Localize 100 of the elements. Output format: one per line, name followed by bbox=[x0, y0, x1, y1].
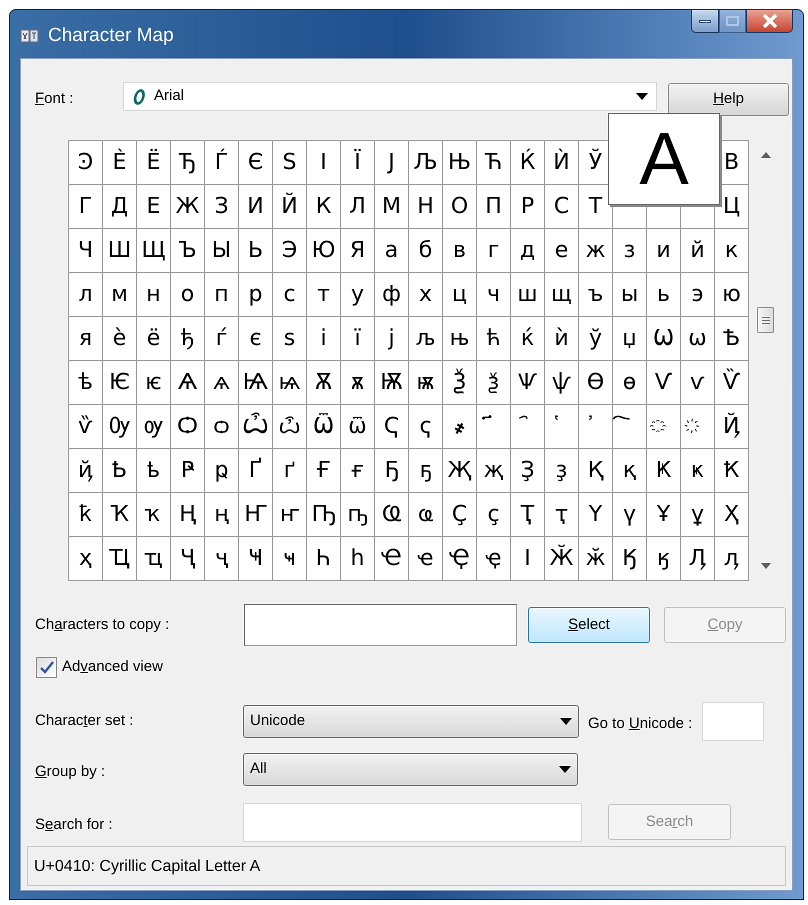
character-cell[interactable]: җ bbox=[477, 449, 511, 493]
character-cell[interactable]: Д bbox=[103, 185, 137, 229]
character-cell[interactable]: Ҥ bbox=[239, 493, 273, 537]
character-cell[interactable]: ӂ bbox=[579, 537, 613, 581]
character-cell[interactable]: З bbox=[205, 185, 239, 229]
character-cell[interactable]: Ҽ bbox=[375, 537, 409, 581]
group-by-dropdown[interactable]: All bbox=[243, 752, 578, 786]
character-cell[interactable]: и bbox=[647, 229, 681, 273]
character-cell[interactable]: ұ bbox=[681, 493, 715, 537]
character-cell[interactable]: ѽ bbox=[273, 405, 307, 449]
character-cell[interactable]: к bbox=[715, 229, 749, 273]
character-cell[interactable]: қ bbox=[613, 449, 647, 493]
character-cell[interactable]: њ bbox=[443, 317, 477, 361]
character-cell[interactable]: й bbox=[681, 229, 715, 273]
character-cell[interactable]: Ҿ bbox=[443, 537, 477, 581]
character-cell[interactable]: ѳ bbox=[613, 361, 647, 405]
character-cell[interactable]: Ғ bbox=[307, 449, 341, 493]
character-cell[interactable]: ѓ bbox=[205, 317, 239, 361]
character-cell[interactable]: ь bbox=[647, 273, 681, 317]
character-cell[interactable]: Ҏ bbox=[171, 449, 205, 493]
character-cell[interactable]: о bbox=[171, 273, 205, 317]
character-cell[interactable]: ҈ bbox=[647, 405, 681, 449]
character-cell[interactable]: г bbox=[477, 229, 511, 273]
character-cell[interactable]: Ҡ bbox=[103, 493, 137, 537]
character-cell[interactable]: ю bbox=[715, 273, 749, 317]
character-cell[interactable]: Ѡ bbox=[647, 317, 681, 361]
character-cell[interactable]: Ҩ bbox=[375, 493, 409, 537]
character-cell[interactable]: ї bbox=[341, 317, 375, 361]
character-cell[interactable]: Ѱ bbox=[511, 361, 545, 405]
character-cell[interactable]: р bbox=[239, 273, 273, 317]
character-cell[interactable]: х bbox=[409, 273, 443, 317]
character-cell[interactable]: Ђ bbox=[171, 141, 205, 185]
character-cell[interactable]: ќ bbox=[511, 317, 545, 361]
character-cell[interactable]: Һ bbox=[307, 537, 341, 581]
character-cell[interactable]: Ѝ bbox=[545, 141, 579, 185]
character-cell[interactable]: т bbox=[307, 273, 341, 317]
character-cell[interactable]: Ҵ bbox=[103, 537, 137, 581]
character-cell[interactable]: ҕ bbox=[409, 449, 443, 493]
character-cell[interactable]: ѩ bbox=[273, 361, 307, 405]
character-cell[interactable]: ѫ bbox=[341, 361, 375, 405]
character-cell[interactable]: ђ bbox=[171, 317, 205, 361]
character-cell[interactable]: љ bbox=[409, 317, 443, 361]
character-cell[interactable]: я bbox=[69, 317, 103, 361]
character-cell[interactable]: һ bbox=[341, 537, 375, 581]
character-cell[interactable]: в bbox=[443, 229, 477, 273]
character-cell[interactable]: ў bbox=[579, 317, 613, 361]
character-cell[interactable]: ҄ bbox=[511, 405, 545, 449]
character-cell[interactable]: ң bbox=[205, 493, 239, 537]
character-cell[interactable]: н bbox=[137, 273, 171, 317]
character-cell[interactable]: Ш bbox=[103, 229, 137, 273]
character-cell[interactable]: ҷ bbox=[205, 537, 239, 581]
character-cell[interactable]: ѭ bbox=[409, 361, 443, 405]
character-cell[interactable]: л bbox=[69, 273, 103, 317]
character-cell[interactable]: э bbox=[681, 273, 715, 317]
character-cell[interactable]: а bbox=[375, 229, 409, 273]
character-cell[interactable]: Є bbox=[239, 141, 273, 185]
character-cell[interactable]: з bbox=[613, 229, 647, 273]
character-cell[interactable]: Ж bbox=[171, 185, 205, 229]
character-cell[interactable]: є bbox=[239, 317, 273, 361]
character-cell[interactable]: Ѷ bbox=[715, 361, 749, 405]
character-cell[interactable]: Ѧ bbox=[171, 361, 205, 405]
character-cell[interactable]: Ӏ bbox=[511, 537, 545, 581]
character-cell[interactable]: Ѭ bbox=[375, 361, 409, 405]
character-cell[interactable]: ф bbox=[375, 273, 409, 317]
character-cell[interactable]: ғ bbox=[341, 449, 375, 493]
character-cell[interactable]: Ѓ bbox=[205, 141, 239, 185]
character-cell[interactable]: Җ bbox=[443, 449, 477, 493]
character-cell[interactable]: Ї bbox=[341, 141, 375, 185]
character-cell[interactable]: Ѻ bbox=[171, 405, 205, 449]
character-cell[interactable]: Я bbox=[341, 229, 375, 273]
character-cell[interactable]: Ҁ bbox=[375, 405, 409, 449]
character-cell[interactable]: ҟ bbox=[69, 493, 103, 537]
character-cell[interactable]: ѱ bbox=[545, 361, 579, 405]
character-cell[interactable]: ҩ bbox=[409, 493, 443, 537]
character-cell[interactable]: ҃ bbox=[477, 405, 511, 449]
character-cell[interactable]: ҭ bbox=[545, 493, 579, 537]
character-cell[interactable]: ҋ bbox=[69, 449, 103, 493]
character-cell[interactable]: Ү bbox=[579, 493, 613, 537]
character-cell[interactable]: џ bbox=[613, 317, 647, 361]
character-cell[interactable]: Ѫ bbox=[307, 361, 341, 405]
character-cell[interactable]: Ѥ bbox=[103, 361, 137, 405]
character-cell[interactable]: Ҧ bbox=[307, 493, 341, 537]
character-cell[interactable]: Ь bbox=[239, 229, 273, 273]
character-cell[interactable]: ѝ bbox=[545, 317, 579, 361]
character-cell[interactable]: ћ bbox=[477, 317, 511, 361]
character-cell[interactable]: Љ bbox=[409, 141, 443, 185]
character-cell[interactable]: И bbox=[239, 185, 273, 229]
advanced-view-checkbox[interactable] bbox=[36, 656, 57, 678]
character-cell[interactable]: Р bbox=[511, 185, 545, 229]
character-cell[interactable]: ѥ bbox=[137, 361, 171, 405]
characters-to-copy-field[interactable] bbox=[244, 604, 517, 646]
character-cell[interactable]: ҵ bbox=[137, 537, 171, 581]
character-cell[interactable]: Ӄ bbox=[613, 537, 647, 581]
search-field[interactable] bbox=[243, 802, 582, 842]
help-button[interactable]: Help bbox=[668, 83, 789, 116]
character-cell[interactable]: ҙ bbox=[545, 449, 579, 493]
character-cell[interactable]: Г bbox=[69, 185, 103, 229]
character-cell[interactable]: Ҕ bbox=[375, 449, 409, 493]
character-cell[interactable]: Ұ bbox=[647, 493, 681, 537]
character-cell[interactable]: ѹ bbox=[137, 405, 171, 449]
